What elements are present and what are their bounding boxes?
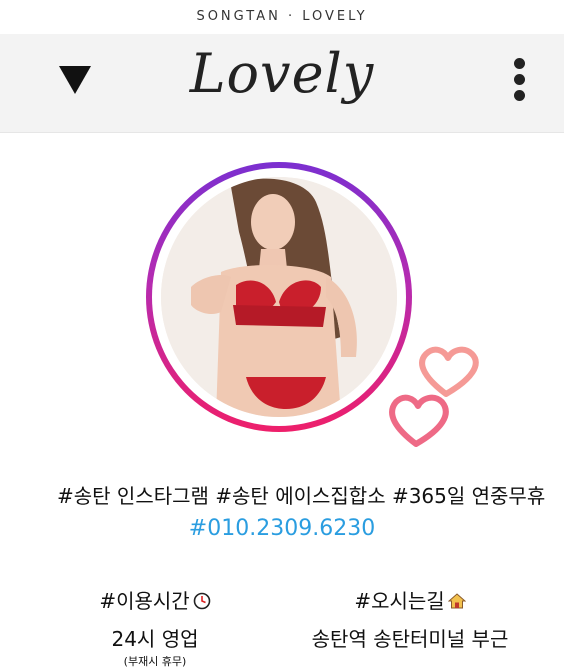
profile-avatar-ring xyxy=(146,162,412,432)
app-header: Lovely xyxy=(0,34,564,133)
brand-text: SONGTAN · LOVELY xyxy=(196,9,368,24)
hashtags-text: #송탄 인스타그램 #송탄 에이스집합소 #365일 연중무휴 xyxy=(57,484,546,508)
hours-note: (부재시 휴무) xyxy=(123,654,187,668)
hours-section: #이용시간 24시 영업 (부재시 휴무) xyxy=(70,585,240,669)
app-logo[interactable]: Lovely xyxy=(0,42,564,105)
hours-title: #이용시간 xyxy=(99,589,190,613)
location-section: #오시는길 송탄역 송탄터미널 부근 xyxy=(300,585,520,652)
more-options-button[interactable] xyxy=(506,58,532,104)
hours-value: 24시 영업 xyxy=(111,626,199,651)
location-value: 송탄역 송탄터미널 부근 xyxy=(311,626,509,651)
top-brand-bar: SONGTAN · LOVELY xyxy=(0,0,564,34)
vertical-dots-icon xyxy=(506,58,532,101)
location-title: #오시는길 xyxy=(354,589,445,613)
profile-photo xyxy=(161,177,397,417)
phone-link[interactable]: #010.2309.6230 xyxy=(0,516,564,541)
clock-icon xyxy=(193,591,211,615)
house-icon xyxy=(447,591,467,615)
hearts-icon xyxy=(389,346,479,447)
